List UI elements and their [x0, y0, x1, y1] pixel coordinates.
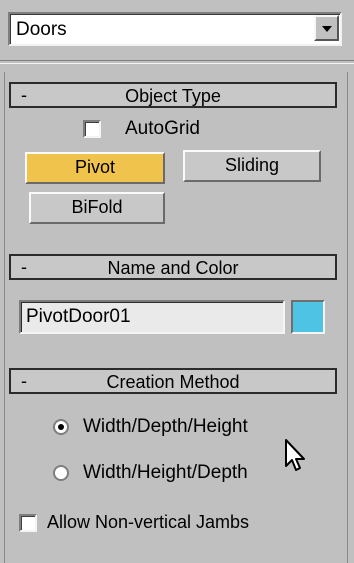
- option-width-height-depth-label: Width/Height/Depth: [83, 462, 248, 483]
- radio-width-depth-height[interactable]: [53, 419, 69, 435]
- rollout-title: Name and Color: [107, 258, 239, 278]
- category-dropdown[interactable]: Doors: [8, 12, 342, 46]
- object-type-rollout: - Object Type AutoGrid Pivot Sliding BiF…: [4, 72, 348, 250]
- dropdown-arrow-button[interactable]: [314, 15, 339, 41]
- command-panel: Doors - Object Type AutoGrid Pivot Slidi…: [0, 0, 354, 563]
- allow-non-vertical-jambs-label: Allow Non-vertical Jambs: [47, 512, 250, 532]
- mouse-pointer-icon: [285, 439, 305, 471]
- autogrid-checkbox[interactable]: [83, 120, 101, 138]
- radio-selected-dot: [58, 424, 64, 430]
- radio-width-height-depth[interactable]: [53, 465, 69, 481]
- pivot-button-label: Pivot: [74, 157, 116, 177]
- autogrid-label: AutoGrid: [125, 118, 200, 139]
- creation-method-header[interactable]: - Creation Method: [9, 368, 337, 394]
- bifold-button[interactable]: BiFold: [29, 192, 165, 224]
- object-name-value: PivotDoor01: [26, 306, 131, 327]
- name-and-color-rollout: - Name and Color PivotDoor01: [4, 250, 348, 356]
- name-and-color-header[interactable]: - Name and Color: [9, 254, 337, 280]
- object-name-field[interactable]: PivotDoor01: [19, 300, 285, 334]
- rollout-title: Object Type: [125, 86, 221, 106]
- pivot-button[interactable]: Pivot: [25, 152, 165, 184]
- sliding-button[interactable]: Sliding: [183, 150, 321, 182]
- rollout-title: Creation Method: [106, 372, 240, 392]
- sliding-button-label: Sliding: [224, 155, 280, 175]
- chevron-down-icon: [322, 26, 332, 32]
- allow-non-vertical-jambs-checkbox[interactable]: [19, 514, 37, 532]
- option-width-depth-height-label: Width/Depth/Height: [83, 416, 248, 437]
- bifold-button-label: BiFold: [71, 197, 123, 217]
- divider: [0, 60, 354, 64]
- category-dropdown-value: Doors: [16, 19, 67, 40]
- object-type-header[interactable]: - Object Type: [9, 82, 337, 108]
- object-color-swatch[interactable]: [291, 300, 325, 334]
